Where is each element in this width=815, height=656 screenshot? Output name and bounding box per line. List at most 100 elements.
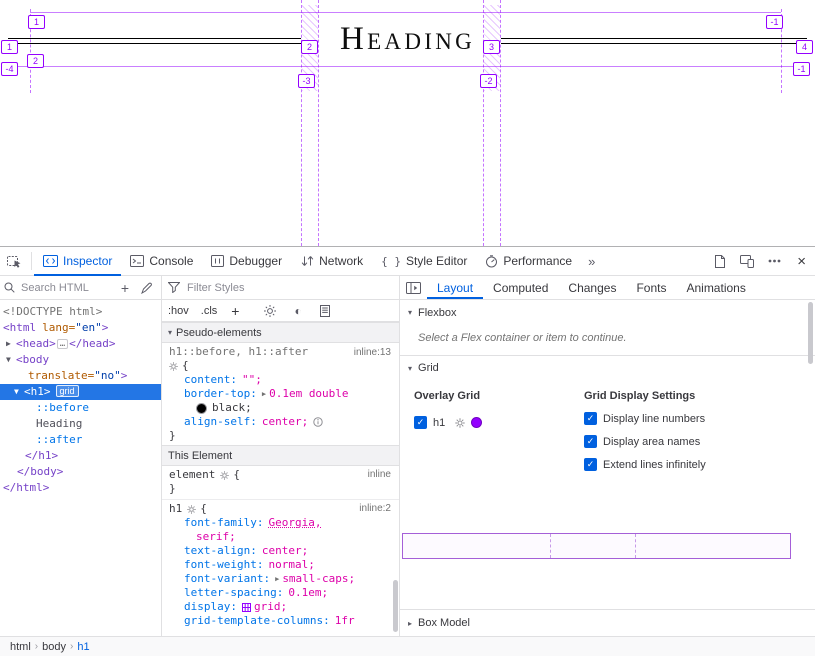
collapse-icon[interactable]: ▼ (6, 352, 16, 368)
collapse-icon[interactable]: ▼ (14, 384, 24, 400)
page-viewport: Heading 1 -1 1 2 2 -3 3 -2 4 -1 -4 (0, 0, 815, 246)
breadcrumb-body[interactable]: body (38, 641, 70, 653)
expand-value-icon[interactable]: ▶ (275, 572, 279, 586)
rule-source-link[interactable]: inline:2 (359, 502, 391, 516)
tree-node-body-attr[interactable]: translate="no"> (0, 368, 161, 384)
page-heading: Heading (0, 18, 815, 60)
markup-search-row: + (0, 276, 161, 300)
tree-node-head[interactable]: ▶<head>…</head> (0, 336, 161, 352)
tab-changes[interactable]: Changes (558, 276, 626, 299)
tree-node-h1-selected[interactable]: ▼<h1>grid (0, 384, 161, 400)
search-input[interactable] (19, 281, 113, 295)
css-declaration[interactable]: font-variant: ▶ small-caps; (169, 572, 393, 586)
info-icon[interactable] (313, 417, 323, 427)
css-declaration[interactable]: font-weight: normal; (169, 558, 393, 572)
tab-label: Inspector (63, 254, 112, 268)
grid-color-swatch[interactable] (471, 417, 482, 428)
extend-lines-infinitely-checkbox[interactable] (584, 458, 597, 471)
tab-animations[interactable]: Animations (676, 276, 755, 299)
add-node-button[interactable]: + (117, 281, 133, 295)
display-line-numbers-checkbox[interactable] (584, 412, 597, 425)
flexbox-accordion-header[interactable]: ▾ Flexbox (400, 300, 815, 325)
tab-style-editor[interactable]: { } Style Editor (372, 247, 476, 275)
rule-source-link[interactable]: inline (368, 468, 391, 482)
light-scheme-simulation-button[interactable] (255, 305, 285, 317)
css-declaration-wrap[interactable]: black; (169, 401, 393, 415)
rule-source-link[interactable]: inline:13 (354, 346, 391, 360)
filter-styles-input[interactable] (185, 281, 393, 295)
grid-outline-preview[interactable] (402, 533, 791, 559)
performance-icon (485, 255, 498, 268)
iframe-picker-button[interactable] (707, 255, 733, 268)
tree-node-h1-close[interactable]: </h1> (0, 448, 161, 464)
font-family-link[interactable]: Georgia, (268, 516, 321, 530)
display-area-names-checkbox[interactable] (584, 435, 597, 448)
tab-performance[interactable]: Performance (476, 247, 581, 275)
tree-node-html[interactable]: <htmllang="en"> (0, 320, 161, 336)
devtools-menu-button[interactable] (761, 259, 788, 263)
overlay-grid-title: Overlay Grid (414, 390, 480, 402)
css-declaration[interactable]: text-align: center; (169, 544, 393, 558)
expand-icon[interactable]: ▶ (6, 336, 16, 352)
css-declaration[interactable]: content: ""; (169, 373, 393, 387)
this-element-section-header[interactable]: This Element (162, 445, 399, 466)
print-simulation-button[interactable] (311, 305, 339, 317)
tab-layout[interactable]: Layout (427, 276, 483, 299)
css-declaration[interactable]: font-family: Georgia, (169, 516, 393, 530)
css-declaration[interactable]: grid-template-columns: 1fr (169, 614, 393, 628)
tab-inspector[interactable]: Inspector (34, 247, 121, 275)
tree-node-doctype[interactable]: <!DOCTYPE html> (0, 304, 161, 320)
tab-debugger[interactable]: Debugger (202, 247, 291, 275)
toggle-pseudo-class-button[interactable]: :hov (162, 305, 195, 317)
tab-console[interactable]: Console (121, 247, 202, 275)
color-swatch-black[interactable] (196, 403, 207, 414)
gear-icon (220, 471, 229, 480)
tree-node-body[interactable]: ▼<body (0, 352, 161, 368)
gear-icon[interactable] (455, 418, 465, 428)
layout-scrollbar-thumb[interactable] (808, 302, 813, 364)
css-declaration[interactable]: border-top: ▶ 0.1em double (169, 387, 393, 401)
class-panel-button[interactable]: .cls (195, 305, 224, 317)
css-declaration[interactable]: align-self: center; (169, 415, 393, 429)
grid-accordion-header[interactable]: ▾ Grid (400, 355, 815, 380)
css-declaration[interactable]: display: grid; (169, 600, 393, 614)
rules-scrollbar-thumb[interactable] (393, 580, 398, 632)
tab-computed[interactable]: Computed (483, 276, 558, 299)
tab-fonts[interactable]: Fonts (626, 276, 676, 299)
element-picker-button[interactable] (0, 247, 29, 275)
add-rule-button[interactable]: + (223, 303, 247, 319)
tree-node-text[interactable]: Heading (0, 416, 161, 432)
three-pane-toggle-button[interactable] (400, 276, 427, 299)
layout-pane: Layout Computed Changes Fonts Animations… (400, 276, 815, 636)
breadcrumb-html[interactable]: html (6, 641, 35, 653)
eyedropper-icon[interactable] (137, 282, 157, 294)
responsive-design-mode-button[interactable] (733, 255, 761, 268)
more-tabs-button[interactable]: » (581, 247, 602, 275)
rule-selector[interactable]: h1 (169, 502, 182, 516)
grid-toggle-icon[interactable] (242, 603, 251, 612)
close-devtools-button[interactable]: × (788, 253, 815, 270)
toolbar-separator (31, 252, 32, 270)
css-declaration-wrap[interactable]: serif; (169, 530, 393, 544)
responsive-design-mode-icon (740, 255, 754, 268)
inline-ellipsis-button[interactable]: … (57, 339, 68, 349)
css-rule-pseudo: h1::before, h1::after inline:13 { conten… (162, 343, 399, 446)
grid-line-number-badge: -4 (1, 62, 18, 76)
overlay-grid-checkbox[interactable] (414, 416, 427, 429)
expand-value-icon[interactable]: ▶ (262, 387, 266, 401)
grid-badge[interactable]: grid (56, 385, 79, 397)
box-model-accordion-header[interactable]: ▸ Box Model (400, 609, 815, 636)
tree-node-after-pseudo[interactable]: ::after (0, 432, 161, 448)
breadcrumb-h1-selected[interactable]: h1 (73, 641, 93, 653)
tree-node-body-close[interactable]: </body> (0, 464, 161, 480)
layout-panel-body: ▾ Flexbox Select a Flex container or ite… (400, 300, 815, 636)
rule-selector[interactable]: h1::before, h1::after (169, 345, 308, 359)
css-declaration[interactable]: letter-spacing: 0.1em; (169, 586, 393, 600)
tab-network[interactable]: Network (291, 247, 372, 275)
tree-node-before-pseudo[interactable]: ::before (0, 400, 161, 416)
rule-selector[interactable]: element (169, 468, 215, 482)
dark-scheme-simulation-button[interactable]: ◐ (285, 305, 310, 317)
breadcrumb-bar: html › body › h1 (0, 636, 815, 656)
tree-node-html-close[interactable]: </html> (0, 480, 161, 496)
pseudo-elements-section-header[interactable]: ▾ Pseudo-elements (162, 322, 399, 343)
